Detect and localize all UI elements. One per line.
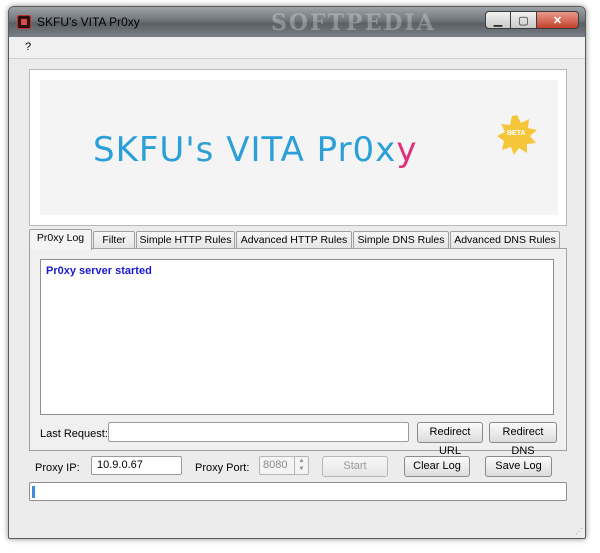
minimize-icon: ▁ <box>493 14 503 27</box>
beta-label: BETA <box>507 130 526 137</box>
banner: SKFU's VITA Pr0xy BETA <box>29 69 567 226</box>
banner-logo-y: y <box>396 130 418 170</box>
log-output[interactable]: Pr0xy server started <box>40 259 554 415</box>
tab-advanced-http-rules[interactable]: Advanced HTTP Rules <box>236 231 352 249</box>
log-line: Pr0xy server started <box>46 265 152 277</box>
menu-help[interactable]: ? <box>25 41 31 53</box>
progress-bar <box>29 482 567 501</box>
port-spinner[interactable]: ▲ ▼ <box>294 457 308 474</box>
last-request-field[interactable] <box>108 422 409 442</box>
clear-log-button[interactable]: Clear Log <box>404 456 470 477</box>
maximize-button[interactable]: ▢ <box>511 11 537 29</box>
tab-panel-proxy-log: Pr0xy server started Last Request: Redir… <box>29 248 567 457</box>
resize-grip-icon[interactable]: ⋰ <box>575 527 583 536</box>
app-icon <box>17 15 31 29</box>
banner-logo-main: SKFU's VITA Pr0x <box>93 130 397 170</box>
app-window: SOFTPEDIA SKFU's VITA Pr0xy ▁ ▢ ✕ ? SKFU… <box>8 6 586 539</box>
save-log-button[interactable]: Save Log <box>485 456 552 477</box>
spin-up-icon[interactable]: ▲ <box>295 457 308 465</box>
tab-advanced-dns-rules[interactable]: Advanced DNS Rules <box>450 231 560 249</box>
watermark: SOFTPEDIA <box>271 10 436 36</box>
proxy-port-value: 8080 <box>263 459 288 471</box>
tab-proxy-log[interactable]: Pr0xy Log <box>29 229 92 250</box>
window-title: SKFU's VITA Pr0xy <box>37 15 140 29</box>
maximize-icon: ▢ <box>518 14 529 27</box>
redirect-url-button[interactable]: Redirect URL <box>417 422 483 457</box>
window-controls: ▁ ▢ ✕ <box>485 11 579 29</box>
banner-logo-text: SKFU's VITA Pr0xy <box>93 130 417 170</box>
minimize-button[interactable]: ▁ <box>485 11 511 29</box>
banner-image: SKFU's VITA Pr0xy BETA <box>40 80 558 215</box>
tab-simple-dns-rules[interactable]: Simple DNS Rules <box>353 231 449 249</box>
title-bar[interactable]: SOFTPEDIA SKFU's VITA Pr0xy ▁ ▢ ✕ <box>9 7 585 37</box>
spin-down-icon[interactable]: ▼ <box>295 465 308 473</box>
status-bar: ⋰ <box>9 524 585 538</box>
last-request-label: Last Request: <box>40 428 108 440</box>
redirect-dns-button[interactable]: Redirect DNS <box>489 422 557 457</box>
tab-filter[interactable]: Filter <box>93 231 135 249</box>
proxy-ip-label: Proxy IP: <box>35 462 80 474</box>
tab-simple-http-rules[interactable]: Simple HTTP Rules <box>136 231 235 249</box>
close-icon: ✕ <box>552 14 563 27</box>
close-button[interactable]: ✕ <box>537 11 579 29</box>
proxy-port-field[interactable]: 8080 ▲ ▼ <box>259 456 309 475</box>
start-button[interactable]: Start <box>322 456 388 477</box>
proxy-port-label: Proxy Port: <box>195 462 250 474</box>
progress-fill <box>32 486 35 498</box>
menu-bar: ? <box>9 37 585 59</box>
proxy-ip-field[interactable]: 10.9.0.67 <box>91 456 182 475</box>
